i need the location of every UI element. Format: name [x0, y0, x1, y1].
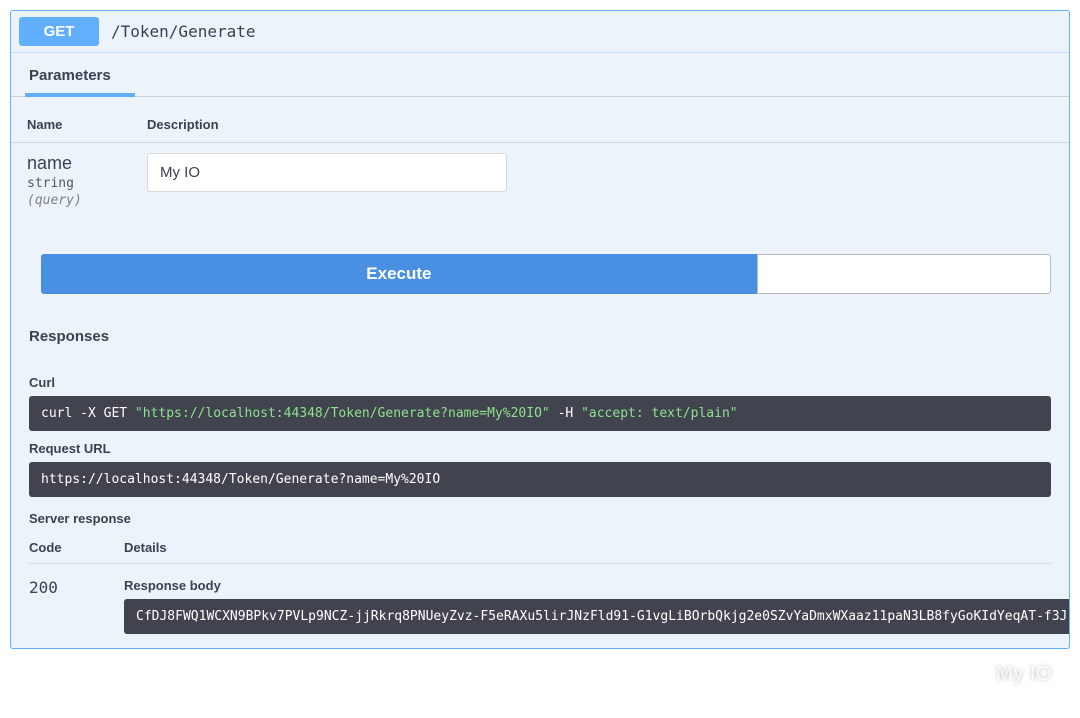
parameters-title: Parameters	[29, 67, 111, 84]
curl-command-block[interactable]: curl -X GET "https://localhost:44348/Tok…	[29, 396, 1051, 431]
operation-path: /Token/Generate	[111, 22, 256, 41]
col-header-code: Code	[29, 540, 124, 555]
curl-flag: -H	[558, 406, 574, 421]
response-body-value: CfDJ8FWQ1WCXN9BPkv7PVLp9NCZ-jjRkrq8PNUey…	[136, 609, 1070, 624]
col-header-details: Details	[124, 540, 1051, 555]
parameters-heading: Parameters	[11, 53, 1069, 97]
execute-button[interactable]: Execute	[41, 254, 757, 294]
response-body-label: Response body	[124, 578, 1070, 593]
col-header-name: Name	[27, 117, 147, 132]
response-columns-header: Code Details	[29, 532, 1051, 564]
execute-button-row: Execute	[41, 254, 1051, 294]
curl-url: "https://localhost:44348/Token/Generate?…	[135, 406, 550, 421]
parameter-row: name string (query)	[11, 143, 1069, 218]
operation-summary[interactable]: GET /Token/Generate	[11, 11, 1069, 53]
param-name: name	[27, 153, 147, 174]
tab-underline	[25, 93, 135, 97]
response-body-block[interactable]: CfDJ8FWQ1WCXN9BPkv7PVLp9NCZ-jjRkrq8PNUey…	[124, 599, 1070, 634]
param-value-input[interactable]	[147, 153, 507, 192]
col-header-description: Description	[147, 117, 1053, 132]
clear-button[interactable]	[757, 254, 1051, 294]
curl-prefix: curl -X GET	[41, 406, 127, 421]
curl-label: Curl	[29, 375, 1051, 390]
parameters-table: Name Description name string (query)	[11, 97, 1069, 228]
watermark-text: My IO	[996, 663, 1052, 686]
curl-accept: "accept: text/plain"	[581, 406, 738, 421]
operation-block: GET /Token/Generate Parameters Name Desc…	[10, 10, 1070, 649]
parameters-table-head: Name Description	[11, 107, 1069, 143]
request-url-label: Request URL	[29, 441, 1051, 456]
status-code: 200	[29, 578, 124, 638]
responses-section: Responses Curl curl -X GET "https://loca…	[11, 312, 1069, 648]
param-location: (query)	[27, 193, 147, 208]
request-url-value: https://localhost:44348/Token/Generate?n…	[41, 472, 440, 487]
wechat-icon	[962, 665, 988, 685]
http-method-badge: GET	[19, 17, 99, 46]
response-row: 200 Response body CfDJ8FWQ1WCXN9BPkv7PVL…	[29, 564, 1051, 638]
server-response-label: Server response	[29, 511, 1051, 526]
watermark: My IO	[962, 663, 1052, 686]
param-type: string	[27, 176, 147, 191]
request-url-block[interactable]: https://localhost:44348/Token/Generate?n…	[29, 462, 1051, 497]
responses-heading: Responses	[11, 312, 1069, 357]
